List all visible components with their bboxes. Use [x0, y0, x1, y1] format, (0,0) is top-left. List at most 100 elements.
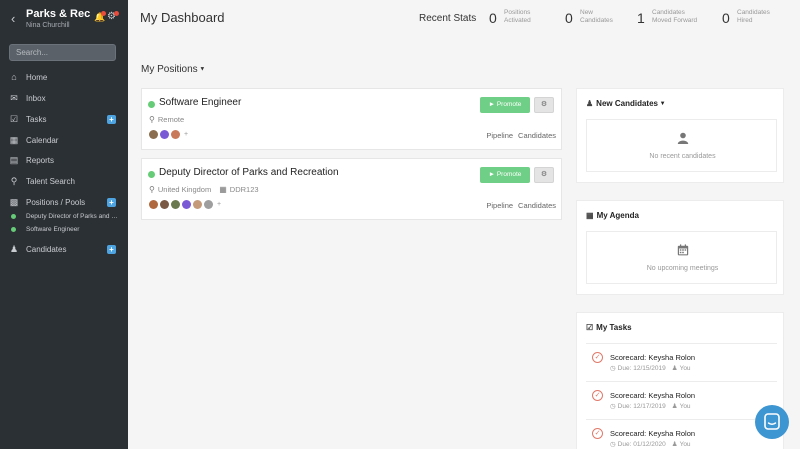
users-icon: ♟ [586, 99, 594, 108]
promote-button[interactable]: ► Promote [480, 97, 530, 113]
task-meta: ◷ Due: 12/15/2019 ♟ You [610, 364, 691, 372]
add-task-button[interactable]: + [107, 115, 116, 124]
gear-icon: ⚙ [540, 171, 548, 178]
organization-name: Parks & Rec [26, 8, 91, 20]
sidebar-item-candidates[interactable]: ♟ Candidates + [0, 241, 128, 259]
stat-value: 0 [489, 10, 497, 26]
task-title[interactable]: Scorecard: Keysha Rolon [610, 429, 695, 438]
avatar[interactable] [182, 200, 191, 209]
pipeline-link[interactable]: Pipeline [486, 201, 513, 210]
sidebar-position-software-engineer[interactable]: Software Engineer [0, 223, 128, 236]
grid-icon: ▦ [219, 185, 227, 194]
megaphone-icon: ► [488, 101, 497, 108]
calendar-icon [677, 244, 689, 256]
more-avatars[interactable]: + [217, 200, 221, 209]
user-icon: ♟ [671, 365, 678, 372]
sidebar-item-reports[interactable]: ▤ Reports [0, 152, 128, 170]
sidebar-item-label: Positions / Pools [26, 198, 86, 207]
panel-header: ☑ My Tasks [586, 323, 632, 332]
panel-title: My Agenda [596, 211, 639, 220]
card-links: Pipeline Candidates [486, 201, 556, 210]
sidebar-header: ‹ Parks & Rec Nina Churchill 🔔 ⚙ [0, 6, 128, 36]
panel-title: My Tasks [596, 323, 632, 332]
map-pin-icon: ⚲ [149, 185, 155, 194]
task-item[interactable]: ✓ Scorecard: Keysha Rolon ◷ Due: 12/17/20… [586, 381, 777, 415]
task-item[interactable]: ✓ Scorecard: Keysha Rolon ◷ Due: 12/15/20… [586, 343, 777, 377]
position-location: Remote [157, 115, 185, 124]
sidebar-item-label: Candidates [26, 245, 67, 254]
add-position-button[interactable]: + [107, 198, 116, 207]
more-avatars[interactable]: + [184, 130, 188, 139]
gear-icon: ⚙ [540, 101, 548, 108]
avatar[interactable] [149, 200, 158, 209]
chat-launcher-button[interactable] [755, 405, 789, 439]
sidebar-position-deputy-director[interactable]: Deputy Director of Parks and Recreation [0, 210, 128, 223]
calendar-icon: ▦ [9, 135, 19, 145]
position-settings-button[interactable]: ⚙ [534, 97, 554, 113]
agenda-panel: ▦ My Agenda No upcoming meetings [576, 200, 784, 295]
position-settings-button[interactable]: ⚙ [534, 167, 554, 183]
sidebar-item-label: Calendar [26, 136, 59, 145]
pipeline-link[interactable]: Pipeline [486, 131, 513, 140]
new-candidates-empty-state: No recent candidates [586, 119, 777, 172]
settings-dot [114, 11, 119, 16]
chat-icon [764, 413, 780, 430]
card-links: Pipeline Candidates [486, 131, 556, 140]
promote-button[interactable]: ► Promote [480, 167, 530, 183]
stat-label: New Candidates [580, 9, 613, 24]
task-title[interactable]: Scorecard: Keysha Rolon [610, 391, 695, 400]
check-circle-icon[interactable]: ✓ [592, 390, 603, 401]
sidebar-item-home[interactable]: ⌂ Home [0, 69, 128, 87]
clock-icon: ◷ [610, 441, 616, 448]
position-meta: ⚲ Remote [149, 115, 184, 124]
my-positions-dropdown[interactable]: My Positions ▼ [141, 64, 205, 75]
avatar[interactable] [160, 130, 169, 139]
briefcase-icon: ▩ [9, 197, 19, 207]
sidebar-position-label: Deputy Director of Parks and Recreation [26, 213, 118, 220]
tasks-panel: ☑ My Tasks ✓ Scorecard: Keysha Rolon ◷ Due… [576, 312, 784, 449]
notification-dot [101, 11, 106, 16]
sidebar-item-label: Talent Search [26, 177, 75, 186]
status-dot [148, 171, 155, 178]
position-title[interactable]: Software Engineer [159, 97, 241, 108]
sidebar-item-calendar[interactable]: ▦ Calendar [0, 132, 128, 150]
avatar[interactable] [171, 130, 180, 139]
task-meta: ◷ Due: 12/17/2019 ♟ You [610, 402, 691, 410]
status-dot [148, 101, 155, 108]
candidates-link[interactable]: Candidates [518, 201, 556, 210]
caret-down-icon: ▼ [657, 100, 666, 107]
section-title: My Positions [141, 64, 198, 75]
sidebar-item-tasks[interactable]: ☑ Tasks + [0, 111, 128, 129]
position-title[interactable]: Deputy Director of Parks and Recreation [159, 167, 339, 178]
task-title[interactable]: Scorecard: Keysha Rolon [610, 353, 695, 362]
avatar[interactable] [204, 200, 213, 209]
avatar[interactable] [149, 130, 158, 139]
stat-value: 1 [637, 10, 645, 26]
back-chevron-icon[interactable]: ‹ [11, 11, 15, 26]
reports-icon: ▤ [9, 155, 19, 165]
sidebar: ‹ Parks & Rec Nina Churchill 🔔 ⚙ ⌂ Home … [0, 0, 128, 449]
search-input[interactable] [9, 44, 116, 61]
candidates-link[interactable]: Candidates [518, 131, 556, 140]
user-icon [677, 132, 689, 144]
sidebar-item-label: Inbox [26, 94, 46, 103]
sidebar-item-label: Reports [26, 156, 55, 165]
sidebar-item-talent-search[interactable]: ⚲ Talent Search [0, 173, 128, 191]
check-circle-icon[interactable]: ✓ [592, 352, 603, 363]
page-title: My Dashboard [140, 10, 225, 25]
position-card[interactable]: Deputy Director of Parks and Recreation … [141, 158, 562, 220]
add-candidate-button[interactable]: + [107, 245, 116, 254]
sidebar-item-inbox[interactable]: ✉ Inbox [0, 90, 128, 108]
task-assignee: You [679, 365, 691, 372]
empty-message: No recent candidates [649, 153, 716, 160]
position-card[interactable]: Software Engineer ⚲ Remote ► Promote ⚙ + … [141, 88, 562, 150]
checkbox-icon: ☑ [586, 323, 594, 332]
check-circle-icon[interactable]: ✓ [592, 428, 603, 439]
avatar[interactable] [193, 200, 202, 209]
avatar[interactable] [160, 200, 169, 209]
new-candidates-dropdown[interactable]: ♟ New Candidates ▼ [586, 99, 666, 108]
avatar[interactable] [171, 200, 180, 209]
tasks-icon: ☑ [9, 114, 19, 124]
stat-moved-forward: 1 Candidates Moved Forward [637, 8, 717, 32]
task-item[interactable]: ✓ Scorecard: Keysha Rolon ◷ Due: 01/12/20… [586, 419, 777, 449]
